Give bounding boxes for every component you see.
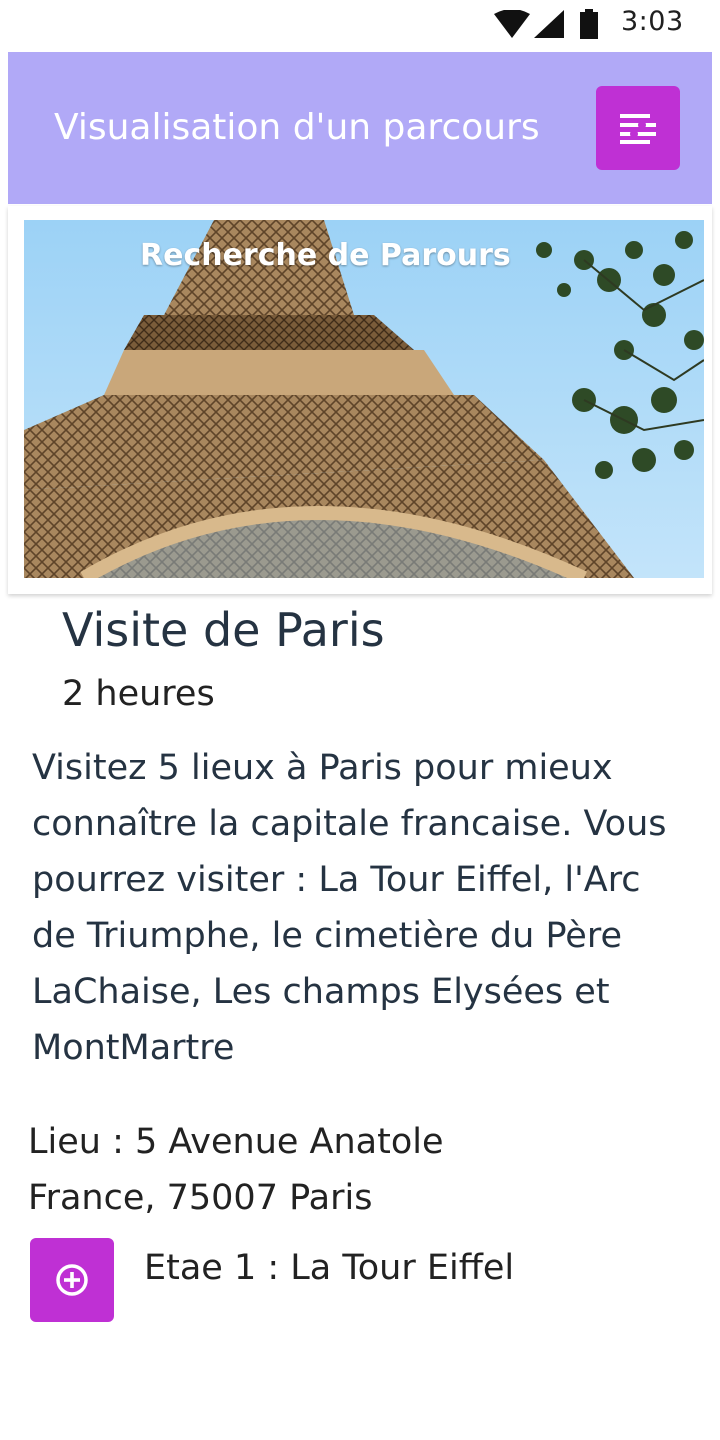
app-bar-title: Visualisation d'un parcours bbox=[54, 107, 540, 148]
tour-title: Visite de Paris bbox=[62, 603, 385, 657]
app-bar: Visualisation d'un parcours bbox=[8, 52, 712, 204]
hero-card[interactable]: Recherche de Parours bbox=[8, 206, 712, 594]
status-bar: 3:03 bbox=[0, 0, 720, 48]
tour-duration: 2 heures bbox=[62, 674, 215, 714]
status-clock: 3:03 bbox=[621, 6, 684, 37]
tour-description: Visitez 5 lieux à Paris pour mieux conna… bbox=[32, 748, 667, 1068]
cellular-signal-icon bbox=[534, 10, 564, 38]
tour-location: Lieu : 5 Avenue Anatole France, 75007 Pa… bbox=[28, 1122, 444, 1218]
wifi-icon bbox=[494, 10, 530, 38]
filter-menu-button[interactable] bbox=[596, 86, 680, 170]
add-circle-icon bbox=[56, 1264, 88, 1296]
battery-icon bbox=[580, 9, 598, 39]
hero-overlay-title: Recherche de Parours bbox=[140, 238, 511, 273]
step-label[interactable]: Etae 1 : La Tour Eiffel bbox=[144, 1242, 514, 1294]
add-step-button[interactable] bbox=[30, 1238, 114, 1322]
filter-menu-icon bbox=[620, 114, 656, 144]
screen: 3:03 Visualisation d'un parcours Recherc… bbox=[0, 0, 720, 1440]
eiffel-tower-image: Recherche de Parours bbox=[24, 220, 704, 578]
